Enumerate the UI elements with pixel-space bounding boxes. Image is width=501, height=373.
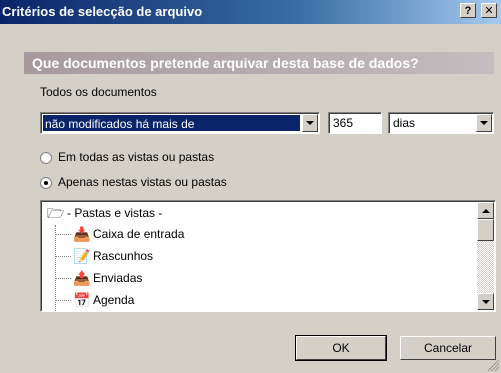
condition-select[interactable]: não modificados há mais de — [40, 112, 320, 134]
unit-value: dias — [393, 116, 416, 130]
days-value: 365 — [333, 116, 354, 130]
folder-open-icon: 🗁 — [47, 205, 65, 221]
chevron-down-icon — [481, 299, 490, 304]
folder-tree[interactable]: 🗁 - Pastas e vistas - 📥 Caixa de entrada… — [40, 200, 496, 312]
title-bar: Critérios de selecção de arquivo ? ✕ — [0, 0, 501, 24]
chevron-up-icon — [481, 208, 490, 213]
scrollbar-thumb[interactable] — [477, 219, 494, 241]
radio-selected-views-label[interactable]: Apenas nestas vistas ou pastas — [58, 175, 227, 189]
chevron-down-icon — [306, 121, 314, 125]
resize-grip-icon[interactable] — [487, 359, 499, 371]
days-input[interactable]: 365 — [328, 112, 382, 134]
condition-value: não modificados há mais de — [45, 117, 195, 131]
cancel-button[interactable]: Cancelar — [400, 336, 496, 360]
scroll-up-button[interactable] — [477, 202, 494, 219]
close-button[interactable]: ✕ — [481, 3, 497, 18]
question-banner: Que documentos pretende arquivar desta b… — [24, 52, 494, 74]
radio-all-views-label[interactable]: Em todas as vistas ou pastas — [58, 150, 214, 164]
radio-all-views[interactable] — [40, 152, 52, 164]
help-button[interactable]: ? — [460, 3, 476, 18]
unit-select[interactable]: dias — [388, 112, 494, 134]
condition-dropdown-button[interactable] — [302, 114, 318, 132]
radio-selected-dot — [44, 181, 48, 185]
ok-button[interactable]: OK — [295, 335, 387, 361]
unit-dropdown-button[interactable] — [476, 114, 492, 132]
drafts-icon: 📝 — [73, 248, 91, 264]
banner-text: Que documentos pretende arquivar desta b… — [32, 55, 419, 71]
radio-selected-views[interactable] — [40, 177, 52, 189]
filter-label: Todos os documentos — [40, 85, 157, 99]
scroll-down-button[interactable] — [477, 293, 494, 310]
chevron-down-icon — [480, 121, 488, 125]
sent-icon: 📤 — [73, 270, 91, 286]
calendar-icon: 📅 — [73, 292, 91, 308]
inbox-icon: 📥 — [73, 226, 91, 242]
window-title: Critérios de selecção de arquivo — [2, 4, 203, 19]
